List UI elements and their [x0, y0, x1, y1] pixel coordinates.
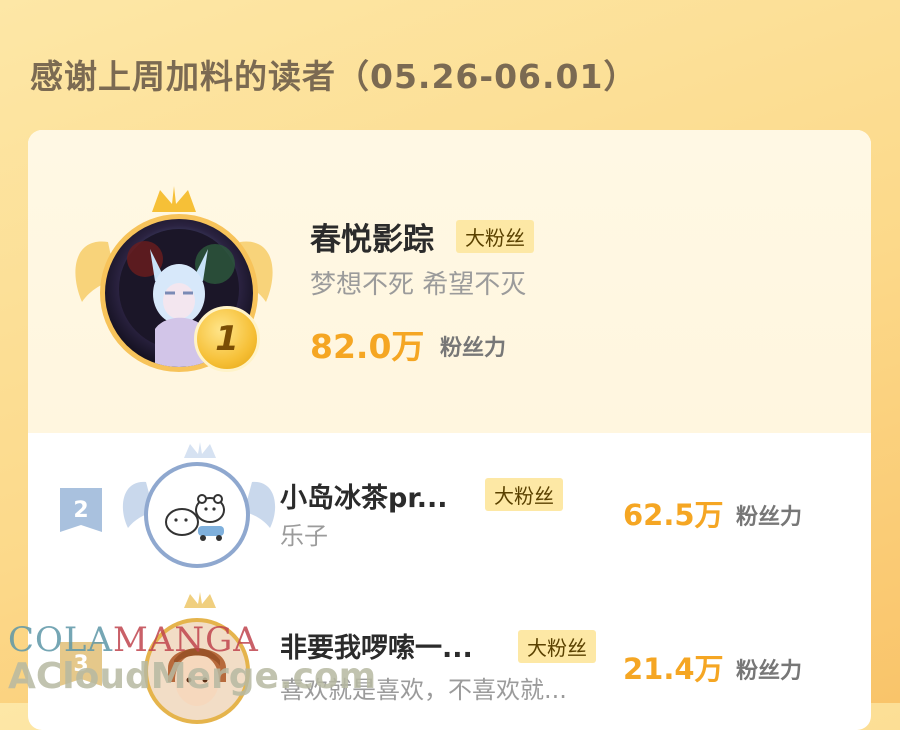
avatar[interactable]: [144, 462, 250, 568]
reader-motto: 梦想不死 希望不灭: [310, 270, 527, 300]
page-title: 感谢上周加料的读者（05.26-06.01）: [30, 57, 638, 96]
reader-name[interactable]: 春悦影踪: [310, 214, 434, 259]
fan-level-badge: 大粉丝: [518, 630, 596, 663]
fan-power-value: 62.5万: [623, 498, 724, 532]
fan-power-value: 82.0万: [310, 327, 425, 366]
fan-power-value: 21.4万: [623, 652, 724, 686]
bears-illustration-icon: [165, 494, 225, 541]
reader-name[interactable]: 非要我啰嗦一...: [280, 626, 473, 665]
rank-3-flag: 3: [60, 642, 102, 686]
fan-level-badge: 大粉丝: [485, 478, 563, 511]
rank-2-flag: 2: [60, 488, 102, 532]
reader-name[interactable]: 小岛冰茶pr...: [280, 476, 448, 515]
reader-motto: 喜欢就是喜欢，不喜欢就...: [280, 676, 567, 704]
reader-ranking-card: 1 春悦影踪 大粉丝 梦想不死 希望不灭 82.0万 粉丝力 2 小岛冰茶pr.…: [28, 130, 871, 730]
fan-power-label: 粉丝力: [440, 336, 507, 361]
top-reader-section[interactable]: 1 春悦影踪 大粉丝 梦想不死 希望不灭 82.0万 粉丝力: [28, 130, 871, 433]
character-illustration-icon: [168, 648, 226, 706]
fan-power-label: 粉丝力: [736, 659, 803, 684]
rank-1-badge: 1: [194, 306, 260, 372]
reader-motto: 乐子: [280, 522, 328, 550]
fan-level-badge: 大粉丝: [456, 220, 534, 253]
avatar[interactable]: [144, 618, 250, 724]
fan-power-label: 粉丝力: [736, 505, 803, 530]
